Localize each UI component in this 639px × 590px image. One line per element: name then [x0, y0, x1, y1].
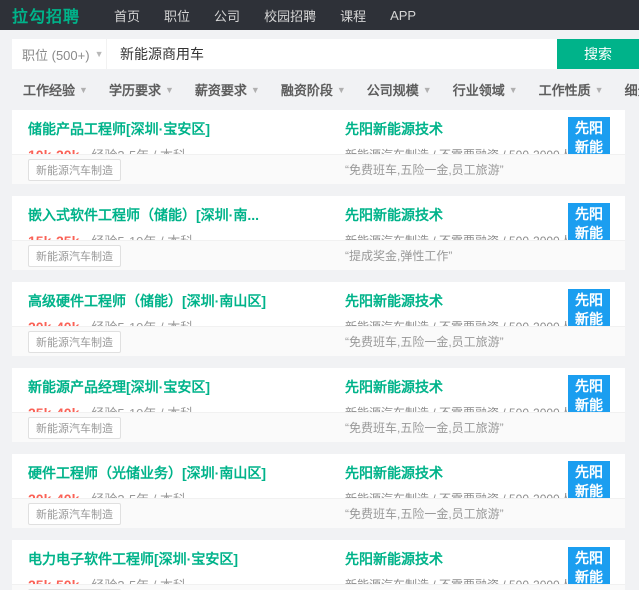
- benefits-quote: “免费班车,五险一金,员工旅游”: [345, 505, 504, 522]
- job-title[interactable]: 硬件工程师（光储业务）[深圳·南山区]: [28, 463, 328, 483]
- company-logo[interactable]: 先阳新能: [568, 375, 610, 417]
- job-title[interactable]: 新能源产品经理[深圳·宝安区]: [28, 377, 328, 397]
- nav-item-home[interactable]: 首页: [102, 6, 152, 25]
- search-section: 职位 (500+) ▼ 搜索: [0, 30, 639, 69]
- filter-job-nature[interactable]: 工作性质▼: [539, 80, 604, 99]
- job-card[interactable]: 储能产品工程师[深圳·宝安区] 10k-20k经验3-5年 / 本科 先阳新能源…: [12, 110, 625, 184]
- nav-item-campus[interactable]: 校园招聘: [252, 6, 328, 25]
- job-list: 储能产品工程师[深圳·宝安区] 10k-20k经验3-5年 / 本科 先阳新能源…: [0, 108, 639, 590]
- benefits-quote: “免费班车,五险一金,员工旅游”: [345, 333, 504, 350]
- job-title[interactable]: 电力电子软件工程师[深圳·宝安区]: [28, 549, 328, 569]
- job-title[interactable]: 储能产品工程师[深圳·宝安区]: [28, 119, 328, 139]
- nav-item-jobs[interactable]: 职位: [152, 6, 202, 25]
- search-category-label: 职位 (500+): [22, 45, 90, 64]
- nav-item-courses[interactable]: 课程: [328, 6, 378, 25]
- benefits-quote: “免费班车,五险一金,员工旅游”: [345, 419, 504, 436]
- benefits-quote: “免费班车,五险一金,员工旅游”: [345, 161, 504, 178]
- filter-bar: 工作经验▼ 学历要求▼ 薪资要求▼ 融资阶段▼ 公司规模▼ 行业领域▼ 工作性质…: [0, 69, 639, 108]
- filter-education[interactable]: 学历要求▼: [109, 80, 174, 99]
- search-category-select[interactable]: 职位 (500+) ▼: [12, 39, 107, 69]
- job-card[interactable]: 硬件工程师（光储业务）[深圳·南山区] 20k-40k经验3-5年 / 本科 先…: [12, 454, 625, 528]
- chevron-down-icon: ▼: [423, 85, 432, 95]
- industry-tag[interactable]: 新能源汽车制造: [28, 245, 121, 267]
- industry-tag[interactable]: 新能源汽车制造: [28, 417, 121, 439]
- top-navbar: 拉勾招聘 首页 职位 公司 校园招聘 课程 APP: [0, 0, 639, 30]
- chevron-down-icon: ▼: [95, 49, 104, 59]
- filter-subdivision[interactable]: 细分方向▼: [625, 80, 639, 99]
- industry-tag[interactable]: 新能源汽车制造: [28, 159, 121, 181]
- filter-salary[interactable]: 薪资要求▼: [195, 80, 260, 99]
- company-name[interactable]: 先阳新能源技术: [345, 549, 572, 569]
- job-title[interactable]: 高级硬件工程师（储能）[深圳·南山区]: [28, 291, 328, 311]
- search-bar: 职位 (500+) ▼ 搜索: [12, 39, 639, 69]
- company-logo[interactable]: 先阳新能: [568, 203, 610, 245]
- job-card[interactable]: 高级硬件工程师（储能）[深圳·南山区] 20k-40k经验5-10年 / 本科 …: [12, 282, 625, 356]
- industry-tag[interactable]: 新能源汽车制造: [28, 503, 121, 525]
- company-logo[interactable]: 先阳新能: [568, 117, 610, 159]
- filter-financing-stage[interactable]: 融资阶段▼: [281, 80, 346, 99]
- chevron-down-icon: ▼: [165, 85, 174, 95]
- filter-company-size[interactable]: 公司规模▼: [367, 80, 432, 99]
- chevron-down-icon: ▼: [79, 85, 88, 95]
- company-name[interactable]: 先阳新能源技术: [345, 119, 572, 139]
- company-logo[interactable]: 先阳新能: [568, 547, 610, 589]
- lagou-logo[interactable]: 拉勾招聘: [12, 3, 80, 27]
- company-name[interactable]: 先阳新能源技术: [345, 205, 572, 225]
- company-name[interactable]: 先阳新能源技术: [345, 463, 572, 483]
- company-name[interactable]: 先阳新能源技术: [345, 377, 572, 397]
- chevron-down-icon: ▼: [251, 85, 260, 95]
- chevron-down-icon: ▼: [509, 85, 518, 95]
- industry-tag[interactable]: 新能源汽车制造: [28, 331, 121, 353]
- nav-item-app[interactable]: APP: [378, 8, 428, 23]
- company-name[interactable]: 先阳新能源技术: [345, 291, 572, 311]
- company-logo[interactable]: 先阳新能: [568, 289, 610, 331]
- chevron-down-icon: ▼: [595, 85, 604, 95]
- job-card[interactable]: 电力电子软件工程师[深圳·宝安区] 25k-50k经验3-5年 / 本科 先阳新…: [12, 540, 625, 590]
- job-card[interactable]: 新能源产品经理[深圳·宝安区] 25k-40k经验5-10年 / 本科 先阳新能…: [12, 368, 625, 442]
- search-button[interactable]: 搜索: [557, 39, 639, 69]
- chevron-down-icon: ▼: [337, 85, 346, 95]
- filter-work-experience[interactable]: 工作经验▼: [23, 80, 88, 99]
- filter-industry[interactable]: 行业领域▼: [453, 80, 518, 99]
- company-logo[interactable]: 先阳新能: [568, 461, 610, 503]
- search-input[interactable]: [107, 39, 557, 69]
- benefits-quote: “提成奖金,弹性工作”: [345, 247, 452, 264]
- job-title[interactable]: 嵌入式软件工程师（储能）[深圳·南...: [28, 205, 328, 225]
- nav-item-companies[interactable]: 公司: [202, 6, 252, 25]
- job-card[interactable]: 嵌入式软件工程师（储能）[深圳·南... 15k-25k经验5-10年 / 本科…: [12, 196, 625, 270]
